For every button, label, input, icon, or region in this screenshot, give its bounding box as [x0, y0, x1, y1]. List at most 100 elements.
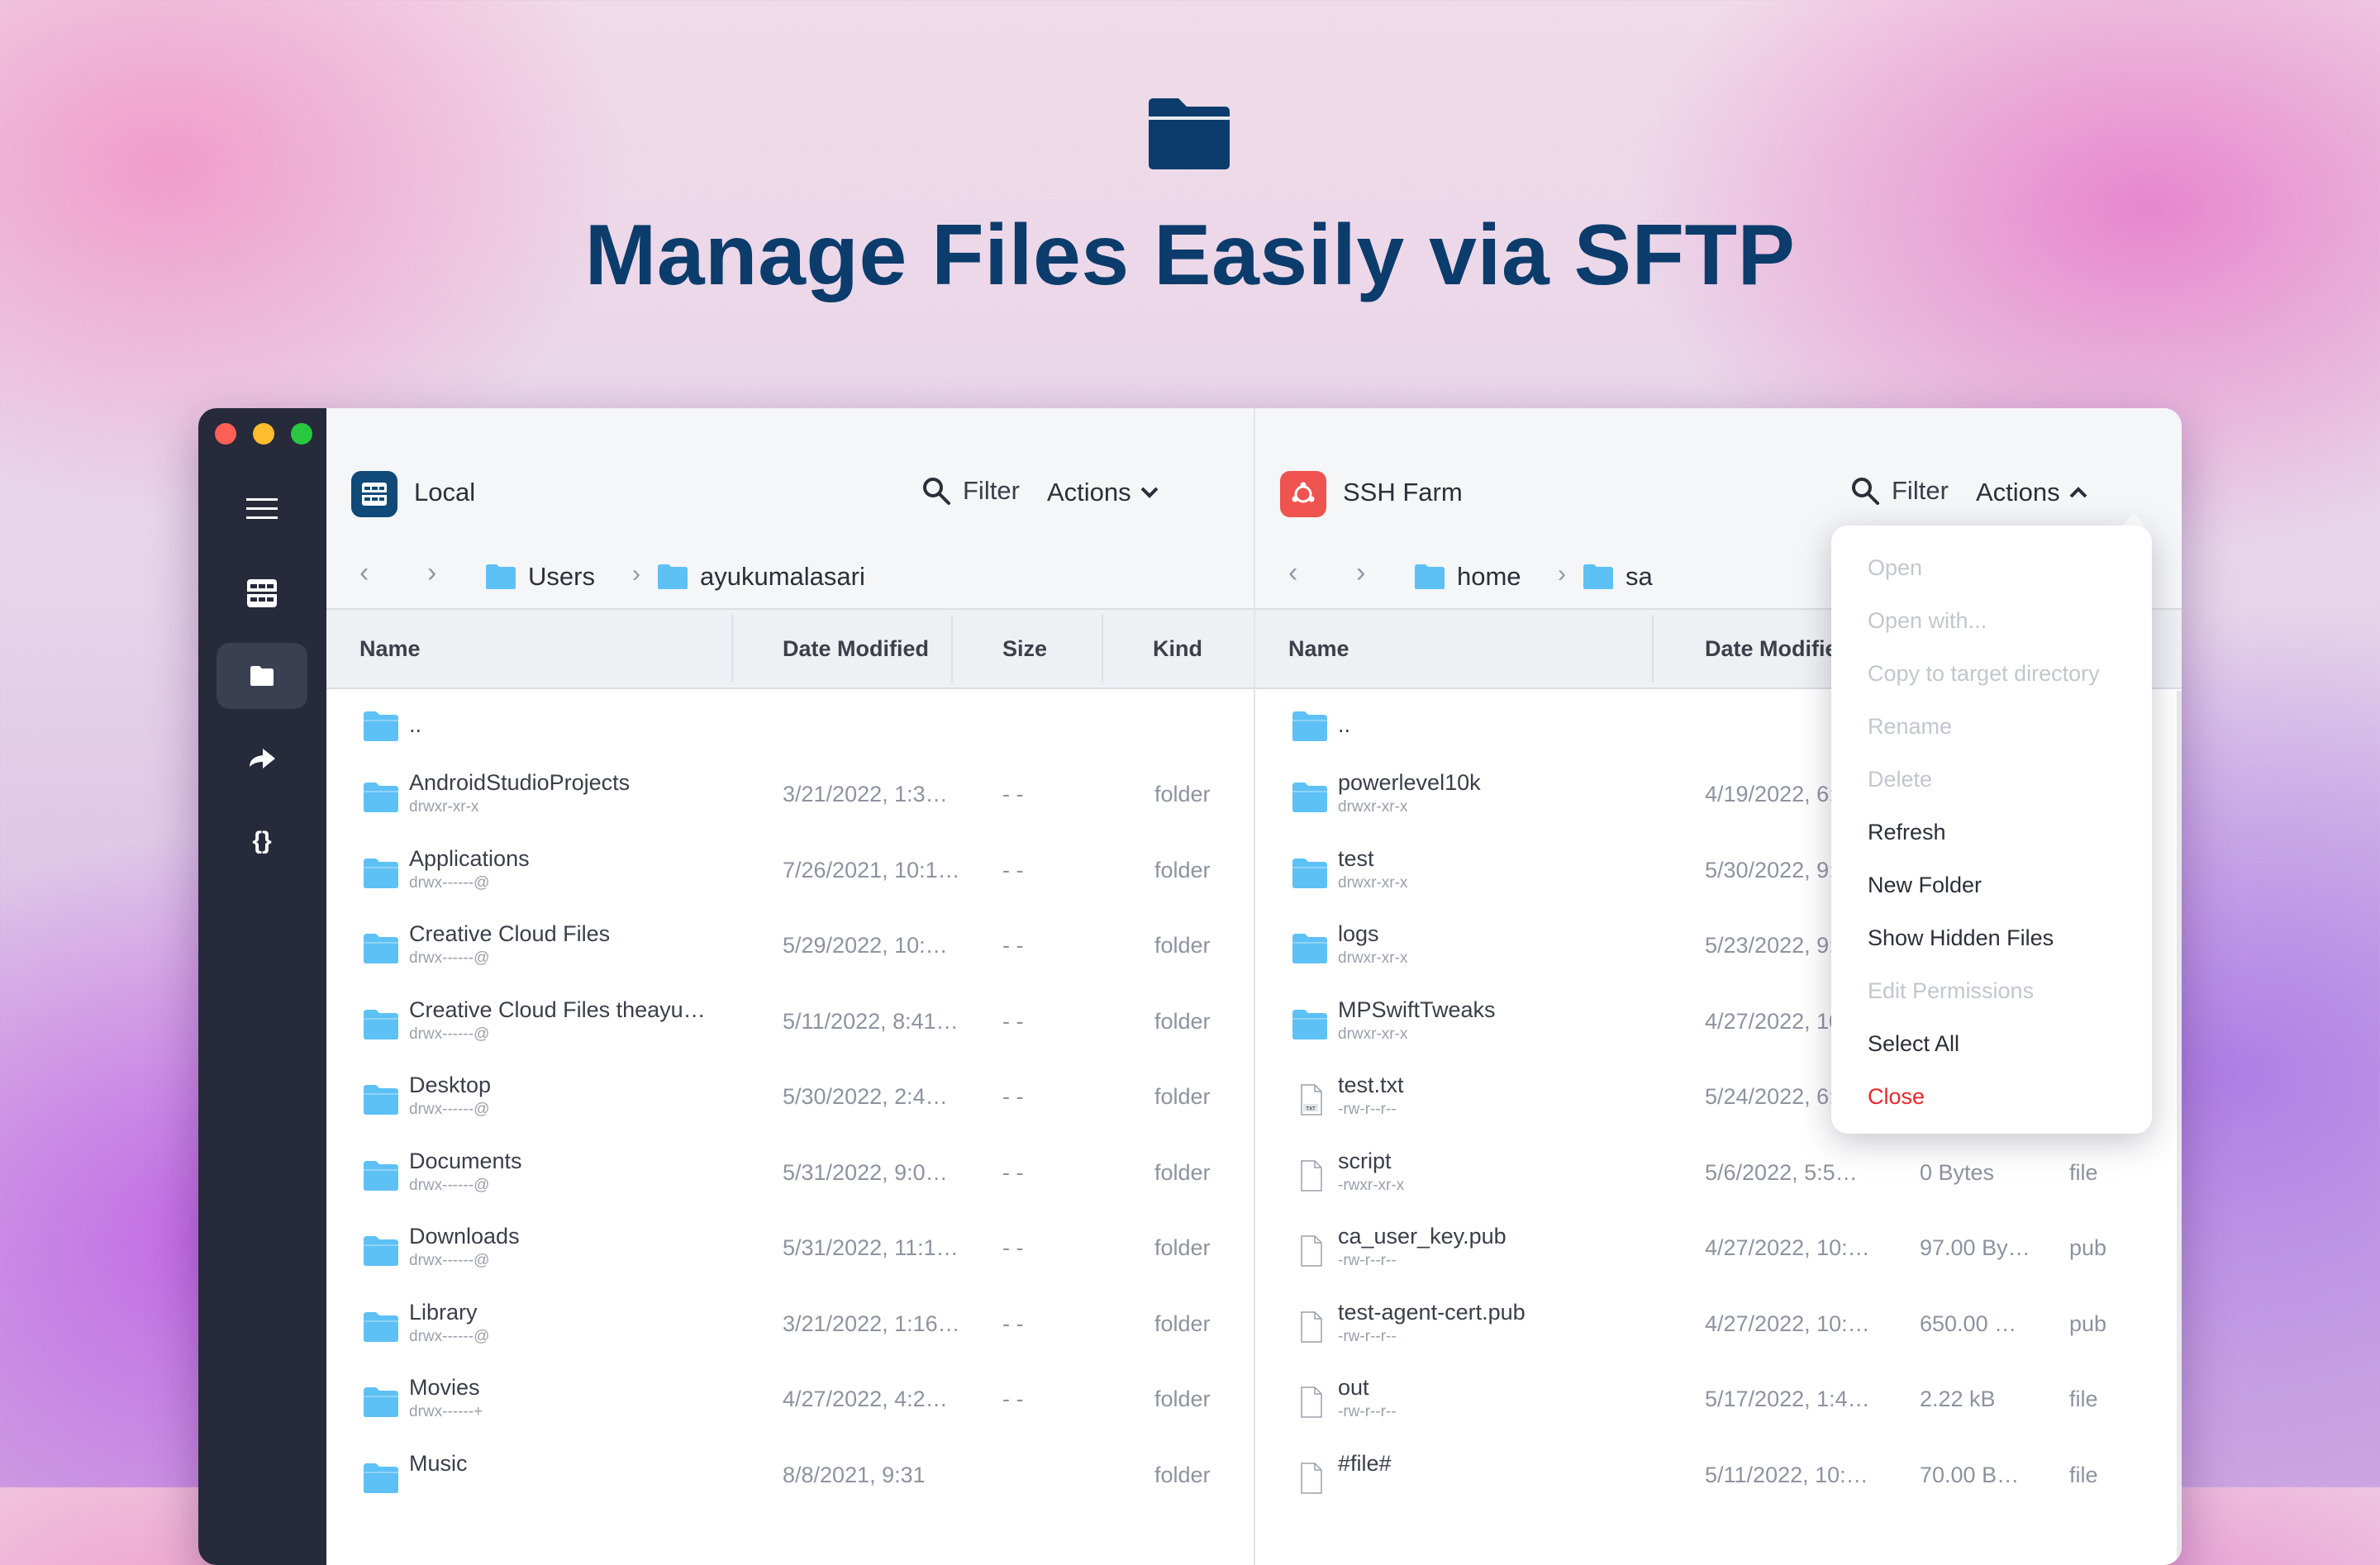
- sidebar: {}: [198, 408, 326, 1565]
- menu-icon[interactable]: [217, 476, 307, 542]
- snippets-icon[interactable]: {}: [217, 808, 307, 874]
- file-row[interactable]: #file# 5/11/2022, 10:… 70.00 B… file: [1255, 1446, 2182, 1522]
- remote-actions-button[interactable]: Actions: [1976, 478, 2088, 507]
- file-row[interactable]: Desktop drwx------@ 5/30/2022, 2:4… - - fold…: [326, 1068, 1254, 1144]
- menu-item-close[interactable]: Close: [1868, 1084, 1925, 1110]
- file-date: 3/21/2022, 1:16…: [783, 1311, 960, 1336]
- file-permissions: drwxr-xr-x: [1338, 949, 1408, 967]
- parent-directory-row[interactable]: ..: [326, 694, 1254, 770]
- file-row[interactable]: Applications drwx------@ 7/26/2021, 10:1… -…: [326, 841, 1254, 917]
- file-permissions: drwx------@: [409, 949, 490, 967]
- file-permissions: drwx------@: [409, 1176, 490, 1194]
- file-permissions: drwxr-xr-x: [409, 798, 479, 816]
- breadcrumb-item[interactable]: home: [1414, 562, 1521, 592]
- column-divider[interactable]: [951, 615, 953, 683]
- folder-icon: [1583, 564, 1613, 589]
- file-size: - -: [1002, 1235, 1024, 1260]
- file-row[interactable]: ca_user_key.pub -rw-r--r-- 4/27/2022, 10:……: [1255, 1219, 2182, 1295]
- column-name[interactable]: Name: [1288, 636, 1349, 662]
- hosts-icon[interactable]: [217, 560, 307, 626]
- local-actions-button[interactable]: Actions: [1047, 478, 1159, 507]
- menu-item-refresh[interactable]: Refresh: [1868, 820, 1946, 845]
- remote-filter-button[interactable]: Filter: [1850, 476, 1949, 506]
- back-button[interactable]: ‹: [1288, 557, 1297, 589]
- folder-icon: [486, 564, 516, 589]
- file-permissions: drwx------@: [409, 873, 490, 892]
- file-row[interactable]: script -rwxr-xr-x 5/6/2022, 5:5… 0 Bytes fil…: [1255, 1144, 2182, 1220]
- file-row[interactable]: Documents drwx------@ 5/31/2022, 9:0… - - fo…: [326, 1144, 1254, 1220]
- column-name[interactable]: Name: [359, 636, 421, 662]
- column-divider[interactable]: [731, 615, 733, 683]
- file-kind: folder: [1154, 933, 1211, 958]
- search-icon: [1852, 478, 1879, 505]
- file-icon: [1301, 1387, 1322, 1418]
- minimize-window-button[interactable]: [253, 423, 274, 445]
- file-row[interactable]: Library drwx------@ 3/21/2022, 1:16… - - fol…: [326, 1295, 1254, 1371]
- file-row[interactable]: Creative Cloud Files drwx------@ 5/29/2022…: [326, 916, 1254, 992]
- back-button[interactable]: ‹: [359, 557, 369, 589]
- menu-item-copy-to-target-directory: Copy to target directory: [1868, 661, 2100, 686]
- actions-label: Actions: [1976, 478, 2060, 507]
- local-column-headers: Name Date Modified Size Kind: [326, 610, 1254, 689]
- chevron-up-icon: [2069, 487, 2087, 498]
- file-permissions: drwx------+: [409, 1403, 483, 1420]
- svg-text:TXT: TXT: [1306, 1107, 1316, 1112]
- menu-item-select-all[interactable]: Select All: [1868, 1031, 1959, 1057]
- file-row[interactable]: Downloads drwx------@ 5/31/2022, 11:1… - - f…: [326, 1219, 1254, 1295]
- file-size: 0 Bytes: [1920, 1159, 1995, 1185]
- folder-icon: [364, 858, 398, 888]
- zoom-window-button[interactable]: [291, 423, 312, 445]
- column-date[interactable]: Date Modified: [1705, 636, 1851, 662]
- menu-item-open: Open: [1868, 555, 1923, 580]
- scrollbar[interactable]: [2177, 691, 2182, 1565]
- file-name: #file#: [1338, 1450, 1392, 1476]
- file-kind: pub: [2069, 1235, 2107, 1260]
- file-name: ca_user_key.pub: [1338, 1224, 1507, 1249]
- port-forward-icon[interactable]: [217, 725, 307, 792]
- folder-icon: [1292, 782, 1327, 812]
- column-date[interactable]: Date Modified: [783, 636, 929, 662]
- forward-button[interactable]: ›: [427, 557, 436, 589]
- menu-item-show-hidden-files[interactable]: Show Hidden Files: [1868, 925, 2054, 951]
- file-date: 5/30/2022, 2:4…: [783, 1084, 948, 1109]
- column-size[interactable]: Size: [1002, 636, 1047, 662]
- breadcrumb-label: Users: [528, 562, 595, 591]
- file-row[interactable]: AndroidStudioProjects drwxr-xr-x 3/21/2022…: [326, 765, 1254, 841]
- breadcrumb-item[interactable]: Users: [485, 562, 595, 592]
- file-row[interactable]: Movies drwx------+ 4/27/2022, 4:2… - - folde…: [326, 1370, 1254, 1446]
- file-row[interactable]: test-agent-cert.pub -rw-r--r-- 4/27/2022, …: [1255, 1295, 2182, 1371]
- breadcrumb-item[interactable]: sa: [1583, 562, 1653, 592]
- file-permissions: drwx------@: [409, 1327, 490, 1345]
- forward-button[interactable]: ›: [1356, 557, 1365, 589]
- folder-icon: [658, 564, 688, 589]
- file-name: Creative Cloud Files: [409, 921, 611, 946]
- file-size: 97.00 By…: [1920, 1235, 2030, 1260]
- file-row[interactable]: Music 8/8/2021, 9:31 folder: [326, 1446, 1254, 1522]
- file-row[interactable]: Creative Cloud Files theayu… drwx------@ 5…: [326, 992, 1254, 1068]
- folder-icon: [364, 934, 398, 963]
- file-row[interactable]: out -rw-r--r-- 5/17/2022, 1:4… 2.22 kB file: [1255, 1370, 2182, 1446]
- file-permissions: -rw-r--r--: [1338, 1252, 1397, 1269]
- actions-menu: Open Open with... Copy to target directory…: [1831, 526, 2152, 1134]
- menu-item-new-folder[interactable]: New Folder: [1868, 873, 1982, 898]
- file-date: 5/6/2022, 5:5…: [1705, 1159, 1858, 1185]
- ubuntu-icon: [1280, 471, 1326, 517]
- local-filter-button[interactable]: Filter: [921, 476, 1020, 506]
- breadcrumb-item[interactable]: ayukumalasari: [657, 562, 865, 592]
- file-size: - -: [1002, 857, 1024, 882]
- file-icon: [1301, 1462, 1322, 1494]
- file-size: - -: [1002, 1311, 1024, 1336]
- file-date: 5/11/2022, 8:41…: [783, 1008, 959, 1034]
- column-divider[interactable]: [1652, 615, 1654, 683]
- column-divider[interactable]: [1102, 615, 1103, 683]
- file-name: Downloads: [409, 1224, 520, 1249]
- close-window-button[interactable]: [215, 423, 236, 445]
- file-kind: file: [2069, 1462, 2098, 1487]
- file-date: 8/8/2021, 9:31: [783, 1462, 926, 1487]
- menu-item-rename: Rename: [1868, 714, 1953, 739]
- menu-item-edit-permissions: Edit Permissions: [1868, 978, 2035, 1003]
- folder-icon: [1149, 98, 1230, 169]
- sftp-icon[interactable]: [217, 643, 307, 709]
- file-permissions: -rw-r--r--: [1338, 1101, 1397, 1118]
- column-kind[interactable]: Kind: [1153, 636, 1202, 662]
